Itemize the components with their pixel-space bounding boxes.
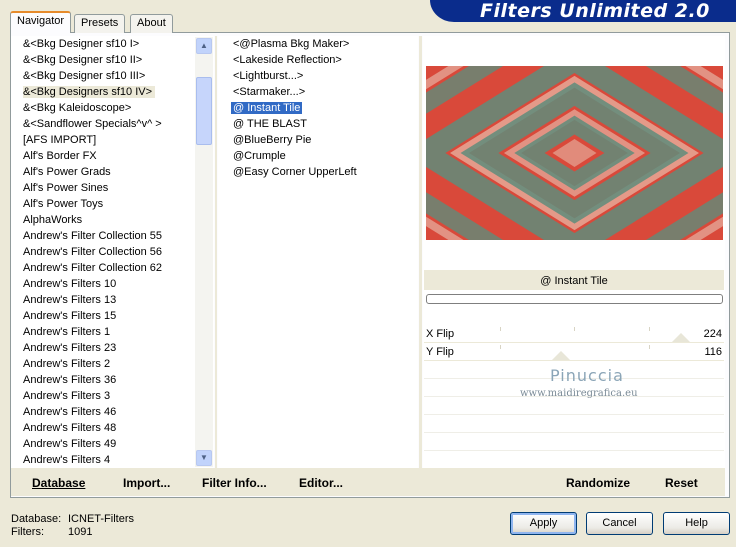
watermark-url: www.maidiregrafica.eu (520, 388, 638, 399)
category-item[interactable]: [AFS IMPORT] (11, 132, 214, 148)
editor-button[interactable]: Editor... (299, 476, 343, 490)
category-item[interactable]: Alf's Power Grads (11, 164, 214, 180)
selected-filter-title: @ Instant Tile (424, 270, 724, 290)
category-item[interactable]: Andrew's Filters 23 (11, 340, 214, 356)
category-item[interactable]: Alf's Power Sines (11, 180, 214, 196)
category-item[interactable]: Andrew's Filters 4 (11, 452, 214, 468)
category-item[interactable]: Andrew's Filters 10 (11, 276, 214, 292)
category-item[interactable]: Andrew's Filters 46 (11, 404, 214, 420)
param-value: 116 (704, 346, 722, 358)
param-x-flip[interactable]: X Flip 224 (424, 326, 724, 342)
preview-image (426, 66, 723, 240)
category-item[interactable]: Andrew's Filter Collection 62 (11, 260, 214, 276)
randomize-button[interactable]: Randomize (566, 476, 630, 490)
filter-item-label: <@Plasma Bkg Maker> (233, 38, 350, 50)
category-item[interactable]: &<Bkg Designers sf10 IV> (11, 84, 214, 100)
param-empty-row (424, 414, 724, 415)
app-title-banner: Filters Unlimited 2.0 (430, 0, 736, 22)
filter-item[interactable]: @Crumple (218, 148, 418, 164)
filter-item-label: <Lakeside Reflection> (233, 54, 342, 66)
category-item[interactable]: &<Sandflower Specials^v^ > (11, 116, 214, 132)
filter-item[interactable]: <@Plasma Bkg Maker> (218, 36, 418, 52)
category-item[interactable]: Alf's Border FX (11, 148, 214, 164)
category-item[interactable]: &<Bkg Designer sf10 III> (11, 68, 214, 84)
list-divider (419, 36, 422, 468)
slider-track-y-flip[interactable] (424, 360, 724, 361)
filter-item[interactable]: @ THE BLAST (218, 116, 418, 132)
category-item[interactable]: Andrew's Filters 2 (11, 356, 214, 372)
category-item[interactable]: &<Bkg Designer sf10 II> (11, 52, 214, 68)
filter-item-label: <Lightburst...> (233, 70, 304, 82)
category-item[interactable]: Andrew's Filters 13 (11, 292, 214, 308)
tab-navigator[interactable]: Navigator (10, 11, 72, 33)
category-item[interactable]: &<Bkg Designer sf10 I> (11, 36, 214, 52)
help-button[interactable]: Help (663, 512, 730, 535)
status-filters: Filters: 1091 (11, 526, 92, 539)
filter-item[interactable]: @BlueBerry Pie (218, 132, 418, 148)
import-button[interactable]: Import... (123, 476, 170, 490)
param-empty-row (424, 432, 724, 433)
status-label: Filters: (11, 526, 44, 538)
database-label: Database (32, 476, 86, 490)
scroll-down-icon[interactable]: ▼ (196, 450, 212, 466)
apply-button[interactable]: Apply (510, 512, 577, 535)
category-scrollbar[interactable]: ▲ ▼ (195, 37, 213, 467)
app-title: Filters Unlimited 2.0 (480, 0, 710, 22)
param-label: Y Flip (426, 346, 454, 358)
filter-info-button[interactable]: Filter Info... (202, 476, 267, 490)
category-item[interactable]: Andrew's Filters 48 (11, 420, 214, 436)
filter-list[interactable]: <@Plasma Bkg Maker> <Lakeside Reflection>… (218, 36, 418, 468)
list-divider (215, 36, 217, 468)
filter-item-label: @Crumple (233, 150, 286, 162)
category-list[interactable]: &<Bkg Designer sf10 I> &<Bkg Designer sf1… (11, 36, 214, 468)
param-empty-row (424, 450, 724, 451)
filter-item[interactable]: <Lakeside Reflection> (218, 52, 418, 68)
preview-pattern (426, 66, 723, 240)
category-item[interactable]: Andrew's Filters 49 (11, 436, 214, 452)
reset-button[interactable]: Reset (665, 476, 698, 490)
filter-item[interactable]: <Starmaker...> (218, 84, 418, 100)
filter-item[interactable]: <Lightburst...> (218, 68, 418, 84)
category-item-label: &<Bkg Designers sf10 IV> (23, 86, 156, 98)
category-item[interactable]: Alf's Power Toys (11, 196, 214, 212)
filter-item-label: @BlueBerry Pie (233, 134, 312, 146)
status-label: Database: (11, 513, 62, 525)
category-item[interactable]: Andrew's Filters 3 (11, 388, 214, 404)
param-y-flip[interactable]: Y Flip 116 (424, 344, 724, 360)
tab-presets[interactable]: Presets (74, 14, 126, 33)
filter-item-label: @Easy Corner UpperLeft (233, 166, 357, 178)
status-value: 1091 (68, 526, 93, 538)
category-item[interactable]: &<Bkg Kaleidoscope> (11, 100, 214, 116)
tab-about[interactable]: About (130, 14, 173, 33)
scroll-up-icon[interactable]: ▲ (196, 38, 212, 54)
category-item[interactable]: Andrew's Filters 15 (11, 308, 214, 324)
category-item[interactable]: Andrew's Filters 1 (11, 324, 214, 340)
watermark-name: Pinuccia (550, 366, 624, 385)
param-label: X Flip (426, 328, 455, 340)
status-database: Database: ICNET-Filters (11, 513, 134, 526)
category-item[interactable]: Andrew's Filter Collection 55 (11, 228, 214, 244)
filter-item-label: @ THE BLAST (233, 118, 307, 130)
filter-item[interactable]: @ Instant Tile (218, 100, 418, 116)
database-button[interactable]: Database (32, 476, 85, 490)
category-item[interactable]: Andrew's Filter Collection 56 (11, 244, 214, 260)
slider-track-x-flip[interactable] (424, 342, 724, 343)
status-value: ICNET-Filters (68, 513, 134, 525)
scroll-thumb[interactable] (196, 77, 212, 145)
filter-item-label: <Starmaker...> (233, 86, 306, 98)
filter-item-label: @ Instant Tile (231, 102, 303, 114)
filter-item[interactable]: @Easy Corner UpperLeft (218, 164, 418, 180)
category-item[interactable]: Andrew's Filters 36 (11, 372, 214, 388)
param-value: 224 (703, 328, 722, 340)
category-item[interactable]: AlphaWorks (11, 212, 214, 228)
cancel-button[interactable]: Cancel (586, 512, 653, 535)
progress-bar (426, 294, 723, 304)
